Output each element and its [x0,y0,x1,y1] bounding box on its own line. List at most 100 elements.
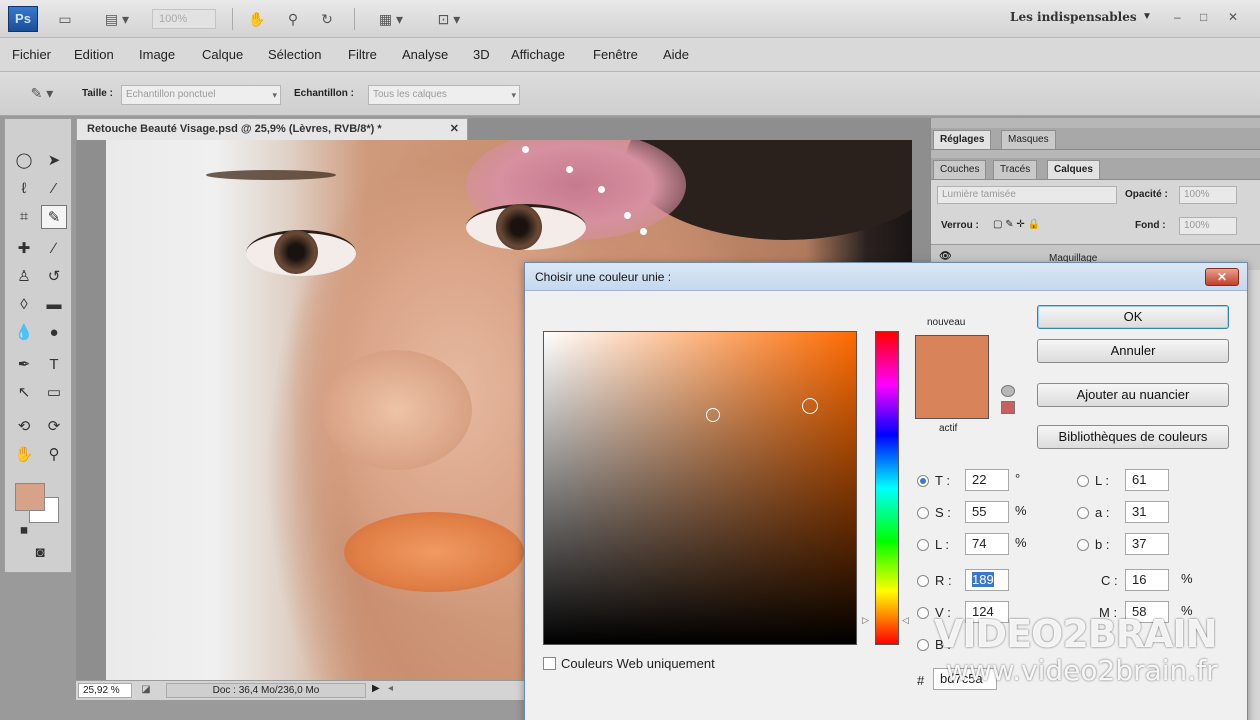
close-icon[interactable]: ✕ [1228,10,1238,24]
quick-selection-icon[interactable]: ⁄ [41,177,67,201]
lab-l-radio[interactable] [1077,475,1089,487]
rotate-view-icon[interactable]: ↻ [316,8,338,30]
saturation-input[interactable]: 55 [965,501,1009,523]
add-to-swatches-button[interactable]: Ajouter au nuancier [1037,383,1229,407]
lock-icons[interactable]: ▢ ✎ ✛ 🔒 [993,219,1040,230]
quick-mask-icon[interactable]: ◙ [27,541,53,565]
menu-fichier[interactable]: Fichier [12,47,51,62]
view-extras-icon[interactable]: ▤ ▾ [96,8,138,30]
eraser-icon[interactable]: ◊ [11,293,37,317]
menu-3d[interactable]: 3D [473,47,490,62]
tab-masques[interactable]: Masques [1001,130,1056,149]
default-colors-icon[interactable]: ◼ [11,519,37,543]
saturation-radio[interactable] [917,507,929,519]
menu-fenetre[interactable]: Fenêtre [593,47,638,62]
3d-rotate-icon[interactable]: ⟲ [11,415,37,439]
blue-radio[interactable] [917,639,929,651]
tab-couches[interactable]: Couches [933,160,987,179]
cancel-button[interactable]: Annuler [1037,339,1229,363]
brightness-radio[interactable] [917,539,929,551]
lab-l-input[interactable]: 61 [1125,469,1169,491]
zoom-field[interactable]: 25,92 % [78,683,132,698]
sample-size-select[interactable]: Echantillon ponctuel ▾ [121,85,281,105]
lab-b-input[interactable]: 37 [1125,533,1169,555]
blur-icon[interactable]: 💧 [11,321,37,345]
menu-image[interactable]: Image [139,47,175,62]
hand-icon[interactable]: ✋ [246,8,268,30]
workspace-switcher[interactable]: Les indispensables [1010,10,1137,24]
foreground-color-swatch[interactable] [15,483,45,511]
saturation-brightness-field[interactable] [543,331,857,645]
color-libraries-button[interactable]: Bibliothèques de couleurs [1037,425,1229,449]
hue-slider[interactable] [875,331,899,645]
zoom-icon[interactable]: ⚲ [282,8,304,30]
lab-b-radio[interactable] [1077,539,1089,551]
color-picker-ring[interactable] [802,398,818,414]
sparkle-dot [522,146,529,153]
document-tab[interactable]: Retouche Beauté Visage.psd @ 25,9% (Lèvr… [76,118,468,140]
tab-reglages[interactable]: Réglages [933,130,992,149]
hue-slider-right-arrow-icon[interactable]: ◁ [902,615,909,626]
opacity-field[interactable]: 100% [1179,186,1237,204]
close-icon[interactable]: ✕ [1205,268,1239,286]
out-of-gamut-icon[interactable] [1001,385,1015,397]
status-menu-arrow-icon[interactable]: ▶ [372,683,380,694]
screen-mode-icon[interactable]: ⊡ ▾ [428,8,470,30]
green-radio[interactable] [917,607,929,619]
close-tab-icon[interactable]: ✕ [450,119,459,140]
lab-a-radio[interactable] [1077,507,1089,519]
menu-aide[interactable]: Aide [663,47,689,62]
web-safe-warning-icon[interactable] [1001,401,1015,414]
type-icon[interactable]: T [41,353,67,377]
brightness-input[interactable]: 74 [965,533,1009,555]
ok-button[interactable]: OK [1037,305,1229,329]
red-input[interactable]: 189 [965,569,1009,591]
hand-tool-icon[interactable]: ✋ [11,443,37,467]
red-value: 189 [972,572,994,587]
crop-icon[interactable]: ⌗ [11,205,37,229]
move-icon[interactable]: ➤ [41,149,67,173]
menu-analyse[interactable]: Analyse [402,47,448,62]
brush-icon[interactable]: ∕ [41,237,67,261]
zoom-tool-icon[interactable]: ⚲ [41,443,67,467]
3d-orbit-icon[interactable]: ⟳ [41,415,67,439]
hue-radio[interactable] [917,475,929,487]
healing-brush-icon[interactable]: ✚ [11,237,37,261]
bridge-icon[interactable]: ▭ [54,8,76,30]
menu-calque[interactable]: Calque [202,47,243,62]
tab-calques[interactable]: Calques [1047,160,1100,179]
gradient-icon[interactable]: ▬ [41,293,67,317]
path-selection-icon[interactable]: ↖ [11,381,37,405]
lasso-icon[interactable]: ℓ [11,177,37,201]
menu-affichage[interactable]: Affichage [511,47,565,62]
red-radio[interactable] [917,575,929,587]
status-info-icon[interactable]: ◪ [138,681,154,699]
marquee-icon[interactable]: ◯ [11,149,37,173]
chevron-down-icon[interactable]: ▼ [1142,11,1152,22]
lab-a-input[interactable]: 31 [1125,501,1169,523]
eyedropper-icon[interactable]: ✎ [41,205,67,229]
blend-mode-select[interactable]: Lumière tamisée [937,186,1117,204]
clone-stamp-icon[interactable]: ♙ [11,265,37,289]
scroll-left-icon[interactable]: ◂ [388,683,393,694]
cyan-input[interactable]: 16 [1125,569,1169,591]
pen-icon[interactable]: ✒ [11,353,37,377]
sample-layers-select[interactable]: Tous les calques ▾ [368,85,520,105]
shape-icon[interactable]: ▭ [41,381,67,405]
menu-filtre[interactable]: Filtre [348,47,377,62]
minimize-icon[interactable]: – [1174,10,1181,24]
dodge-icon[interactable]: ● [41,321,67,345]
maximize-icon[interactable]: □ [1200,10,1207,24]
hue-input[interactable]: 22 [965,469,1009,491]
eyedropper-preset-icon[interactable]: ✎ ▾ [20,82,64,104]
fill-field[interactable]: 100% [1179,217,1237,235]
history-brush-icon[interactable]: ↺ [41,265,67,289]
zoom-level-select[interactable]: 100% [152,9,216,29]
tab-traces[interactable]: Tracés [993,160,1038,179]
menu-selection[interactable]: Sélection [268,47,321,62]
web-colors-only-checkbox[interactable] [543,657,556,670]
hue-slider-left-arrow-icon[interactable]: ▷ [862,615,869,626]
eye-visibility-icon[interactable]: 👁 [939,251,952,262]
menu-edition[interactable]: Edition [74,47,114,62]
arrange-documents-icon[interactable]: ▦ ▾ [370,8,412,30]
